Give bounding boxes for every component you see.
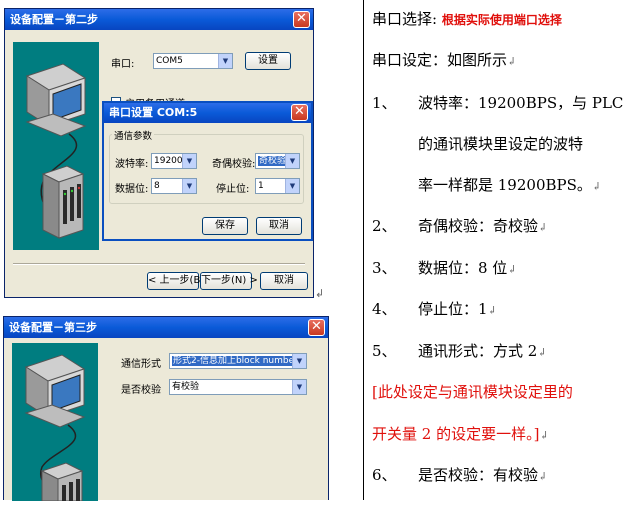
text-line-9-body: 通讯形式：方式 2↲ [418, 340, 547, 361]
data-bits-select[interactable]: 8 ▼ [151, 178, 197, 194]
comm-mode-select[interactable]: 形式2-信息加上block number ▼ [169, 353, 307, 369]
data-bits-value: 8 [154, 181, 160, 191]
chevron-down-icon: ▼ [285, 154, 299, 168]
chevron-down-icon: ▼ [292, 380, 306, 394]
text-line-10: [此处设定与通讯模块设定里的 [372, 381, 573, 402]
port-select-heading: 串口选择: [372, 10, 438, 28]
baud-rate-value: 19200 [154, 156, 183, 166]
chevron-down-icon: ▼ [218, 54, 232, 68]
dialog-title: 设备配置－第三步 [9, 321, 97, 334]
port-label: 串口: [111, 59, 135, 70]
paragraph-mark: ↲ [538, 470, 548, 483]
text-line-5: 率一样都是 19200BPS。↲ [418, 174, 601, 195]
serial-settings-dialog: 串口设置 COM:5 ✕ 通信参数 波特率: 19200 ▼ 奇偶校验: 奇校验… [102, 101, 313, 241]
item-number: 5、 [372, 342, 397, 360]
stop-bits-label: 停止位: [216, 184, 250, 195]
computer-plc-illustration [24, 354, 86, 502]
device-illustration [12, 343, 98, 502]
data-bits-text: 数据位：8 位 [418, 259, 508, 277]
stop-bits-select[interactable]: 1 ▼ [255, 178, 300, 194]
text-line-8: 4、 [372, 298, 397, 319]
next-button[interactable]: 下一步(N) > [200, 272, 258, 290]
paragraph-mark: ↲ [537, 346, 547, 359]
chevron-down-icon: ▼ [182, 154, 196, 168]
text-line-1: 串口选择: 根据实际使用端口选择 [372, 8, 562, 29]
comm-mode-value: 形式2-信息加上block number [172, 356, 299, 366]
checksum-text: 是否校验：有校验 [418, 466, 539, 484]
comm-mode-label: 通信形式 [121, 359, 161, 370]
baud-rate-label: 波特率: [115, 159, 149, 170]
item-number: 4、 [372, 300, 397, 318]
dialog-titlebar: 串口设置 COM:5 [104, 103, 311, 123]
paragraph-mark: ↲ [487, 304, 497, 317]
stop-bits-value: 1 [258, 181, 264, 191]
dialog-separator [13, 263, 305, 265]
text-line-6-body: 奇偶校验：奇校验↲ [418, 215, 547, 236]
port-select-value: COM5 [156, 56, 183, 66]
text-column-border [363, 0, 364, 500]
paragraph-mark: ↲ [591, 180, 602, 193]
cancel-button[interactable]: 取消 [260, 272, 308, 290]
parity-label: 奇偶校验: [212, 159, 256, 170]
text-line-12: 6、 [372, 464, 397, 485]
data-bits-label: 数据位: [115, 184, 149, 195]
item-number: 2、 [372, 217, 397, 235]
close-icon[interactable]: ✕ [291, 104, 308, 121]
back-button[interactable]: < 上一步(B) [147, 272, 204, 290]
parity-text: 奇偶校验：奇校验 [418, 217, 539, 235]
chevron-down-icon: ▼ [292, 354, 306, 368]
dialog-titlebar: 设备配置－第二步 [5, 9, 313, 30]
baud-rate-select[interactable]: 19200 ▼ [151, 153, 197, 169]
paragraph-mark: ↲ [315, 287, 325, 300]
close-icon[interactable]: ✕ [293, 11, 310, 28]
checksum-label: 是否校验 [121, 385, 161, 396]
paragraph-mark: ↲ [507, 55, 517, 68]
text-line-11: 开关量 2 的设定要一样。]↲ [372, 423, 549, 444]
text-line-6: 2、 [372, 215, 397, 236]
comm-mode-note: [此处设定与通讯模块设定里的 [372, 383, 573, 401]
parity-value: 奇校验 [258, 156, 288, 166]
baud-rate-text-end: 率一样都是 19200BPS。 [418, 176, 592, 194]
dialog-title: 串口设置 COM:5 [109, 106, 198, 119]
settings-button[interactable]: 设置 [245, 52, 291, 70]
parity-select[interactable]: 奇校验 ▼ [255, 153, 300, 169]
text-line-3-body: 波特率：19200BPS，与 PLC [418, 92, 623, 113]
cancel-button[interactable]: 取消 [256, 217, 302, 235]
save-button[interactable]: 保存 [202, 217, 248, 235]
port-select-note: 根据实际使用端口选择 [441, 13, 562, 27]
item-number: 3、 [372, 259, 397, 277]
device-illustration [13, 42, 99, 250]
chevron-down-icon: ▼ [285, 179, 299, 193]
text-line-12-body: 是否校验：有校验↲ [418, 464, 547, 485]
text-line-9: 5、 [372, 340, 397, 361]
text-line-7-body: 数据位：8 位↲ [418, 257, 517, 278]
computer-plc-illustration [25, 63, 87, 239]
item-number: 6、 [372, 466, 397, 484]
checksum-value: 有校验 [172, 382, 200, 392]
baud-rate-text-cont: 的通讯模块里设定的波特 [418, 135, 584, 153]
item-number: 1、 [372, 94, 397, 112]
text-line-7: 3、 [372, 257, 397, 278]
text-line-3: 1、 [372, 92, 397, 113]
comm-mode-text: 通讯形式：方式 2 [418, 342, 538, 360]
port-setting-heading: 串口设定：如图所示 [372, 51, 508, 69]
baud-rate-text: 波特率：19200BPS，与 PLC [418, 94, 624, 112]
comm-mode-note-cont: 开关量 2 的设定要一样。] [372, 425, 540, 443]
stop-bits-text: 停止位：1 [418, 300, 488, 318]
paragraph-mark: ↲ [538, 221, 548, 234]
close-icon[interactable]: ✕ [308, 319, 325, 336]
device-config-step3-dialog: 设备配置－第三步 ✕ 通信形式 形式2-信息加上block number ▼ 是… [3, 316, 329, 502]
paragraph-mark: ↲ [507, 263, 517, 276]
dialog-title: 设备配置－第二步 [10, 13, 98, 26]
text-line-8-body: 停止位：1↲ [418, 298, 497, 319]
port-select[interactable]: COM5 ▼ [153, 53, 233, 69]
text-line-4: 的通讯模块里设定的波特 [418, 133, 583, 154]
paragraph-mark: ↲ [539, 429, 549, 442]
comm-params-group-label: 通信参数 [112, 128, 155, 142]
dialog-titlebar: 设备配置－第三步 [4, 317, 328, 338]
text-line-2: 串口设定：如图所示↲ [372, 49, 516, 70]
checksum-select[interactable]: 有校验 ▼ [169, 379, 307, 395]
chevron-down-icon: ▼ [182, 179, 196, 193]
